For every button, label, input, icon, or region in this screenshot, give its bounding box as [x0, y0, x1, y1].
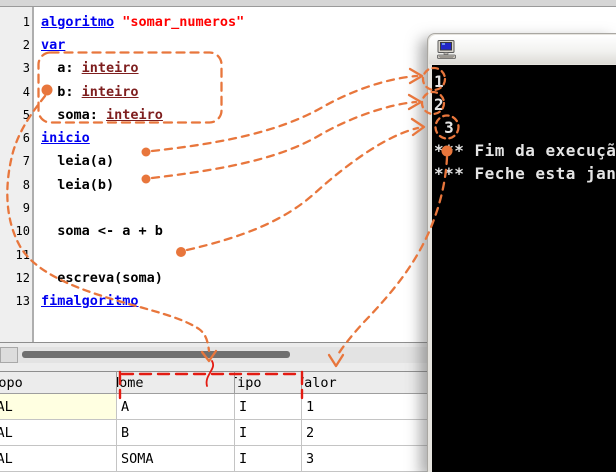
column-header-nome: Nome	[117, 371, 235, 394]
line-number: 3	[22, 61, 30, 76]
console-window[interactable]: 1 2 3 *** Fim da execuçã *** Feche esta jan	[427, 33, 616, 472]
line-number: 13	[15, 294, 30, 309]
console-line: *** Feche esta jan	[434, 164, 616, 183]
line-number: 10	[15, 224, 30, 239]
console-titlebar[interactable]	[429, 35, 616, 64]
code-text: soma <- a + b	[41, 223, 163, 240]
code-text: leia(a)	[41, 153, 115, 170]
hscrollbar-thumb[interactable]	[22, 351, 290, 358]
code-text: leia(b)	[41, 176, 115, 193]
table-cell: B	[117, 420, 235, 446]
table-cell: GLOBAL	[0, 394, 117, 420]
line-number: 6	[22, 131, 30, 146]
table-cell: SOMA	[117, 446, 235, 472]
line-number: 2	[22, 37, 30, 52]
table-cell: A	[117, 394, 235, 420]
code-text: a: inteiro	[41, 60, 139, 77]
console-lines: 1 2 3 *** Fim da execuçã *** Feche esta jan	[434, 70, 616, 185]
toolbar-edge	[0, 0, 616, 7]
table-cell: I	[235, 446, 302, 472]
table-cell: GLOBAL	[0, 446, 117, 472]
line-number: 7	[22, 154, 30, 169]
console-line: *** Fim da execuçã	[434, 141, 616, 160]
line-number: 1	[22, 14, 30, 29]
line-number: 11	[15, 247, 30, 262]
console-line: 1	[434, 72, 445, 91]
table-cell: I	[235, 394, 302, 420]
console-line: 3	[434, 118, 455, 137]
code-text: inicio	[41, 130, 90, 147]
line-number: 12	[15, 270, 30, 285]
code-text: soma: inteiro	[41, 106, 163, 123]
hscrollbar-left-arrow-button[interactable]	[0, 347, 18, 363]
line-number: 4	[22, 84, 30, 99]
table-cell: GLOBAL	[0, 420, 117, 446]
code-text: b: inteiro	[41, 83, 139, 100]
line-number: 8	[22, 177, 30, 192]
code-text: algoritmo "somar_numeros"	[41, 13, 245, 30]
code-text: escreva(soma)	[41, 269, 163, 286]
code-text: fimalgoritmo	[41, 293, 139, 310]
code-text: var	[41, 36, 66, 53]
line-number: 5	[22, 107, 30, 122]
ms-dos-computer-icon	[437, 40, 456, 59]
code-line[interactable]: 1 algoritmo "somar_numeros"	[0, 10, 616, 33]
table-cell: I	[235, 420, 302, 446]
console-line: 2	[434, 95, 445, 114]
console-output-area[interactable]: 1 2 3 *** Fim da execuçã *** Feche esta jan	[432, 65, 616, 472]
column-header-escopo: Escopo	[0, 371, 117, 394]
column-header-tipo: Tipo	[235, 371, 302, 394]
line-number: 9	[22, 201, 30, 216]
